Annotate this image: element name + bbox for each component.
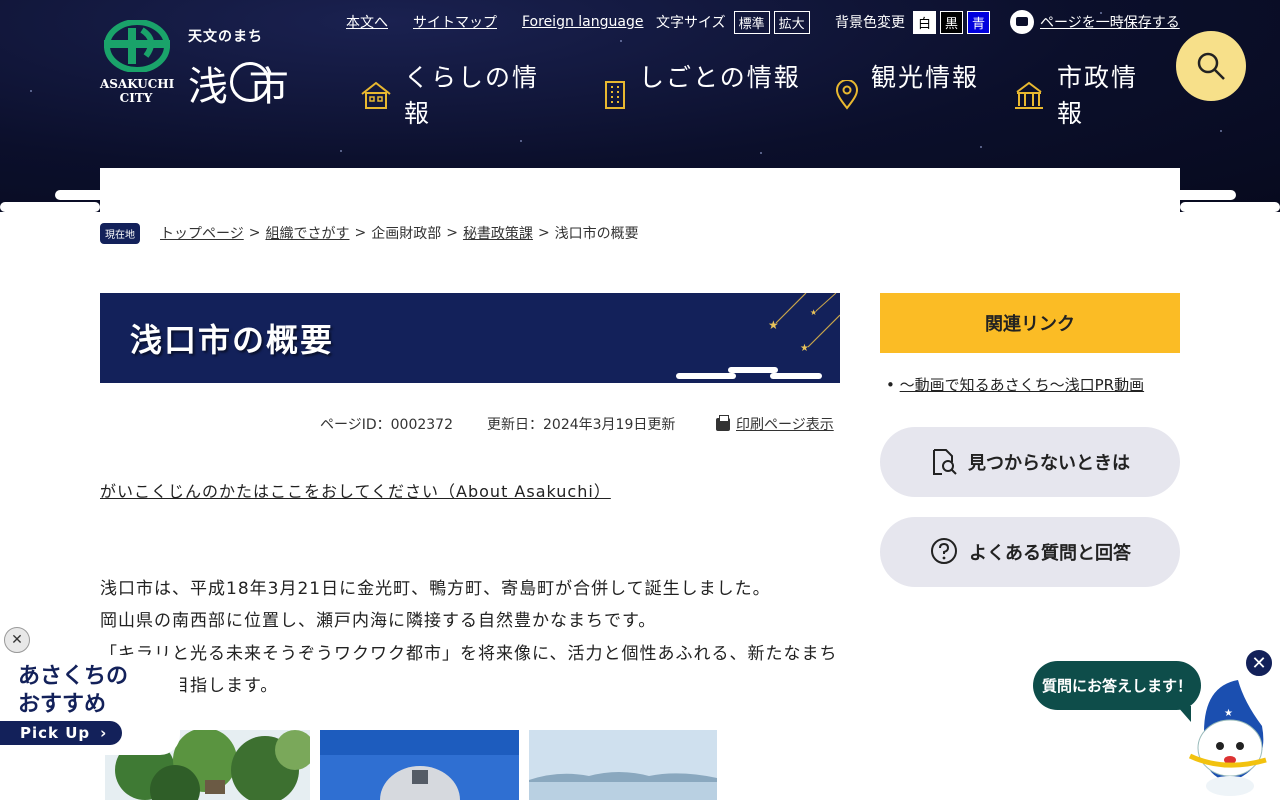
about-asakuchi-link[interactable]: がいこくじんのかたはここをおしてください（About Asakuchi） — [100, 478, 611, 502]
house-icon — [361, 81, 391, 109]
breadcrumb-separator: > — [537, 225, 550, 241]
site-header: ASAKUCHI CITY 天文のまち 浅 市 本文へ サイトマップ Forei… — [0, 0, 1280, 212]
site-logo[interactable]: ASAKUCHI CITY 天文のまち 浅 市 — [100, 20, 330, 110]
photo-seaside — [529, 730, 717, 800]
city-emblem-icon — [104, 20, 170, 72]
pickup-title-line-2: おすすめ — [18, 692, 107, 717]
page-id: ページID：0002372 — [320, 417, 453, 433]
breadcrumb-current: 浅口市の概要 — [554, 226, 639, 242]
breadcrumb: 現在地 トップページ > 組織でさがす > 企画財政部 > 秘書政策課 > 浅口… — [100, 222, 639, 244]
nav-living[interactable]: くらしの情報 — [360, 60, 560, 130]
pickup-banner[interactable]: ✕ あさくちの おすすめ Pick Up › — [0, 627, 190, 755]
font-size-control: 文字サイズ 標準 拡大 — [656, 10, 810, 34]
search-icon — [1197, 52, 1225, 80]
intro-paragraph-3: 「キラリと光る未来そうぞうワクワク都市」を将来像に、活力と個性あふれる、新たなま… — [100, 644, 838, 696]
page-title: 浅口市の概要 — [130, 321, 335, 359]
breadcrumb-dept: 企画財政部 — [371, 226, 442, 242]
breadcrumb-separator: > — [354, 225, 367, 241]
nav-city-admin[interactable]: 市政情報 — [1013, 60, 1163, 130]
nav-tourism-label: 観光情報 — [871, 63, 980, 92]
map-pin-icon — [835, 80, 859, 110]
pickup-button[interactable]: Pick Up › — [0, 721, 122, 745]
updated-date: 更新日：2024年3月19日更新 — [487, 417, 676, 433]
bg-white-button[interactable]: 白 — [913, 10, 937, 34]
breadcrumb-separator: > — [446, 225, 458, 241]
faq-button[interactable]: よくある質問と回答 — [880, 517, 1180, 587]
intro-paragraph-2: 岡山県の南西部に位置し、瀬戸内海に隣接する自然豊かなまちです。 — [100, 611, 657, 631]
svg-text:★: ★ — [1224, 708, 1233, 719]
page-title-banner: 浅口市の概要 ★ ★ ★ — [100, 293, 840, 383]
svg-text:★: ★ — [810, 308, 817, 317]
moon-icon — [230, 62, 270, 102]
cloud-decoration — [1180, 202, 1280, 212]
svg-text:★: ★ — [800, 343, 809, 353]
document-search-icon — [933, 449, 957, 475]
cloud-decoration — [1083, 180, 1146, 190]
print-control: 印刷ページ表示 — [716, 414, 834, 434]
mascot-character-icon[interactable]: ★ — [1184, 672, 1274, 800]
save-page-link[interactable]: ページを一時保存する — [1040, 12, 1180, 32]
related-links-heading: 関連リンク — [880, 293, 1180, 353]
current-location-badge: 現在地 — [100, 222, 140, 244]
font-size-large-button[interactable]: 拡大 — [773, 10, 810, 34]
bg-blue-button[interactable]: 青 — [967, 10, 991, 34]
font-size-label: 文字サイズ — [656, 15, 726, 31]
chatbot-bubble[interactable]: 質問にお答えします！ — [1033, 661, 1201, 722]
nav-work-label: しごとの情報 — [639, 63, 801, 92]
cityhall-icon — [1015, 81, 1043, 109]
skip-to-content-link[interactable]: 本文へ — [346, 12, 388, 32]
question-bubble-icon — [931, 538, 957, 564]
nav-work[interactable]: しごとの情報 — [603, 60, 803, 130]
cloud-decoration — [1120, 190, 1236, 200]
breadcrumb-separator: > — [248, 225, 261, 241]
foreign-language-link[interactable]: Foreign language — [522, 14, 643, 30]
logo-tagline: 天文のまち — [188, 29, 263, 45]
faq-label: よくある質問と回答 — [969, 543, 1131, 564]
pickup-title-line-1: あさくちの — [18, 664, 129, 689]
not-found-label: 見つからないときは — [968, 453, 1130, 474]
print-page-link[interactable]: 印刷ページ表示 — [736, 417, 834, 433]
pickup-title: あさくちの おすすめ — [18, 663, 128, 719]
logo-english-name: ASAKUCHI CITY — [100, 77, 175, 105]
related-link-item: • ～動画で知るあさくち～浅口PR動画 — [886, 376, 1145, 394]
breadcrumb-section[interactable]: 秘書政策課 — [463, 223, 533, 243]
header-bottom-band — [100, 168, 1180, 212]
shooting-star-icon: ★ ★ ★ — [768, 293, 840, 353]
not-found-button[interactable]: 見つからないときは — [880, 427, 1180, 497]
save-page-control: ページを一時保存する — [1010, 10, 1180, 34]
nav-tourism[interactable]: 観光情報 — [835, 60, 985, 130]
folder-icon — [1010, 10, 1034, 34]
cloud-decoration — [100, 168, 160, 178]
sitemap-link[interactable]: サイトマップ — [413, 12, 497, 32]
pickup-close-button[interactable]: ✕ — [4, 627, 30, 653]
bg-color-label: 背景色変更 — [835, 15, 905, 31]
photo-observatory — [320, 730, 519, 800]
breadcrumb-top[interactable]: トップページ — [160, 223, 244, 243]
pickup-button-label: Pick Up — [20, 724, 91, 742]
cloud-decoration — [55, 190, 165, 200]
intro-paragraph-1: 浅口市は、平成18年3月21日に金光町、鴨方町、寄島町が合併して誕生しました。 — [100, 579, 771, 599]
nav-living-label: くらしの情報 — [404, 63, 540, 128]
search-button[interactable] — [1176, 31, 1246, 101]
nav-city-admin-label: 市政情報 — [1057, 63, 1139, 128]
bg-black-button[interactable]: 黒 — [940, 10, 964, 34]
breadcrumb-org[interactable]: 組織でさがす — [265, 223, 349, 243]
chevron-right-icon: › — [100, 724, 108, 742]
util-links: 本文へ — [346, 10, 388, 34]
pr-video-link[interactable]: ～動画で知るあさくち～浅口PR動画 — [900, 376, 1144, 394]
bg-color-control: 背景色変更 白 黒 青 — [835, 10, 991, 34]
cloud-decoration — [0, 202, 100, 212]
font-size-standard-button[interactable]: 標準 — [733, 10, 770, 34]
printer-icon — [716, 415, 730, 431]
building-icon — [605, 81, 625, 109]
svg-text:★: ★ — [768, 318, 779, 332]
